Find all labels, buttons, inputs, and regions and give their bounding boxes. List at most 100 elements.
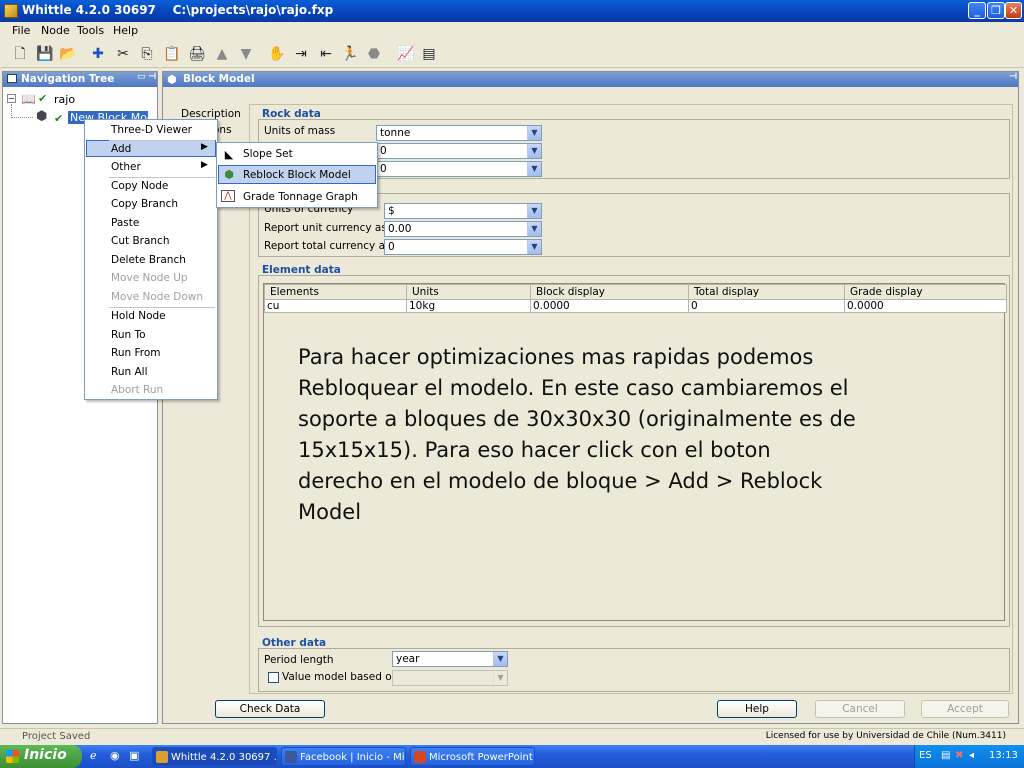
abort-icon[interactable]: ⬣ (364, 44, 384, 64)
submenu-arrow-icon: ▶ (201, 142, 208, 152)
table-cell[interactable]: 0.0000 (530, 299, 689, 313)
chevron-down-icon: ▼ (527, 204, 541, 218)
run-to-icon[interactable]: ⇥ (291, 44, 311, 64)
menu-item-cut-branch[interactable]: Cut Branch (111, 235, 169, 247)
column-header[interactable]: Block display (530, 284, 689, 300)
project-icon: 📖 (21, 92, 36, 106)
start-button[interactable]: Inicio (0, 745, 82, 768)
units-of-mass-select[interactable]: tonne ▼ (376, 125, 542, 141)
paste-icon[interactable]: 📋 (162, 44, 182, 64)
run-all-icon[interactable]: 🏃 (340, 44, 360, 64)
column-header[interactable]: Units (406, 284, 531, 300)
accept-button[interactable]: Accept (921, 700, 1009, 718)
table-row[interactable]: cu 10kg 0.0000 0 0.0000 (264, 299, 1007, 313)
check-data-button[interactable]: Check Data (215, 700, 325, 718)
quick-launch-app-icon[interactable]: ▣ (129, 749, 139, 762)
help-button[interactable]: Help (717, 700, 797, 718)
column-header[interactable]: Elements (264, 284, 407, 300)
menu-item-reblock-block-model[interactable]: Reblock Block Model (243, 169, 351, 181)
quick-launch-ie-icon[interactable]: ℯ (90, 749, 97, 762)
save-icon[interactable]: 💾 (35, 44, 55, 64)
menu-tools[interactable]: Tools (77, 24, 104, 37)
whittle-icon (156, 751, 168, 763)
menu-item-copy-branch[interactable]: Copy Branch (111, 198, 178, 210)
menu-bar: File Node Tools Help (0, 22, 1024, 40)
run-from-icon[interactable]: ⇤ (316, 44, 336, 64)
pin-icon[interactable]: ⊣ (148, 72, 156, 82)
network-icon[interactable]: ▤ (941, 750, 950, 761)
move-down-icon[interactable]: ▼ (236, 44, 256, 64)
menu-help[interactable]: Help (113, 24, 138, 37)
minimize-button[interactable]: _ (968, 2, 986, 19)
task-powerpoint[interactable]: Microsoft PowerPoint ... (410, 747, 535, 766)
pin-icon[interactable]: ⊣ (1009, 72, 1017, 82)
menu-item-run-all[interactable]: Run All (111, 366, 148, 378)
table-cell[interactable]: 10kg (406, 299, 531, 313)
cancel-button[interactable]: Cancel (815, 700, 905, 718)
task-facebook[interactable]: Facebook | Inicio - Mi... (281, 747, 406, 766)
float-icon[interactable]: ▭ (137, 72, 146, 82)
chevron-down-icon: ▼ (493, 671, 507, 685)
rock-data-select-2[interactable]: 0 ▼ (376, 143, 542, 159)
menu-item-move-node-up[interactable]: Move Node Up (111, 272, 188, 284)
browser-icon (285, 751, 297, 763)
graph-icon[interactable]: 📈 (396, 44, 416, 64)
menu-item-run-from[interactable]: Run From (111, 347, 161, 359)
period-length-select[interactable]: year ▼ (392, 651, 508, 667)
open-icon[interactable]: 📂 (58, 44, 78, 64)
table-cell[interactable]: cu (264, 299, 407, 313)
menu-item-paste[interactable]: Paste (111, 217, 139, 229)
tree-node-root[interactable]: rajo (54, 93, 75, 106)
copy-icon[interactable]: ⎘ (137, 44, 157, 64)
language-indicator[interactable]: ES (919, 750, 932, 761)
menu-item-add[interactable]: Add (111, 143, 131, 155)
column-header[interactable]: Total display (688, 284, 845, 300)
table-cell[interactable]: 0.0000 (844, 299, 1007, 313)
menu-item-move-node-down[interactable]: Move Node Down (111, 291, 203, 303)
menu-item-three-d-viewer[interactable]: Three-D Viewer (111, 124, 192, 136)
slope-set-icon: ◣ (224, 148, 234, 161)
menu-file[interactable]: File (12, 24, 30, 37)
task-whittle[interactable]: Whittle 4.2.0 30697 ... (152, 747, 277, 766)
chevron-down-icon: ▼ (493, 652, 507, 666)
powerpoint-icon (414, 751, 426, 763)
volume-icon[interactable]: ◂ (969, 750, 974, 761)
menu-node[interactable]: Node (41, 24, 70, 37)
quick-launch-browser-icon[interactable]: ◉ (110, 749, 120, 762)
maximize-button[interactable]: ❐ (987, 2, 1005, 19)
collapse-toggle[interactable]: − (7, 94, 16, 103)
table-icon[interactable]: ▤ (419, 44, 439, 64)
status-left: Project Saved (22, 731, 91, 742)
hold-icon[interactable]: ✋ (267, 44, 287, 64)
context-menu-highlight (86, 140, 216, 157)
value-model-select[interactable]: ▼ (392, 670, 508, 686)
report-unit-currency-select[interactable]: 0.00 ▼ (384, 221, 542, 237)
menu-item-run-to[interactable]: Run To (111, 329, 146, 341)
units-of-currency-select[interactable]: $ ▼ (384, 203, 542, 219)
menu-item-grade-tonnage-graph[interactable]: Grade Tonnage Graph (243, 191, 358, 203)
column-header[interactable]: Grade display (844, 284, 1007, 300)
table-cell[interactable]: 0 (688, 299, 845, 313)
submenu-arrow-icon: ▶ (201, 160, 208, 170)
menu-item-hold-node[interactable]: Hold Node (111, 310, 166, 322)
tab-options[interactable]: ons (213, 124, 249, 139)
menu-item-copy-node[interactable]: Copy Node (111, 180, 168, 192)
new-icon[interactable]: 🗋 (10, 44, 30, 64)
menu-item-abort-run[interactable]: Abort Run (111, 384, 163, 396)
value-model-checkbox[interactable] (268, 672, 279, 683)
chevron-down-icon: ▼ (527, 222, 541, 236)
menu-item-other[interactable]: Other (111, 161, 141, 173)
other-data-group (258, 648, 1010, 692)
close-button[interactable]: ✕ (1005, 2, 1022, 19)
print-icon[interactable]: 🖨 (187, 44, 207, 64)
menu-item-slope-set[interactable]: Slope Set (243, 148, 293, 160)
report-total-currency-select[interactable]: 0 ▼ (384, 239, 542, 255)
toolbar: 🗋 💾 📂 ✚ ✂ ⎘ 📋 🖨 ▲ ▼ ✋ ⇥ ⇤ 🏃 ⬣ 📈 ▤ (0, 40, 1024, 68)
move-up-icon[interactable]: ▲ (212, 44, 232, 64)
menu-item-delete-branch[interactable]: Delete Branch (111, 254, 186, 266)
cut-icon[interactable]: ✂ (113, 44, 133, 64)
antivirus-icon[interactable]: ✖ (955, 750, 963, 761)
chevron-down-icon: ▼ (527, 126, 541, 140)
rock-data-select-3[interactable]: 0 ▼ (376, 161, 542, 177)
add-node-icon[interactable]: ✚ (88, 44, 108, 64)
